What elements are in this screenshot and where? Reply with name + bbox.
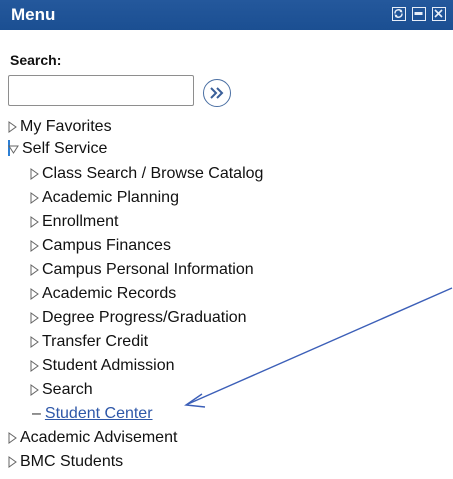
collapsed-triangle-icon <box>30 216 39 228</box>
menu-item-self-service[interactable]: Self Service <box>8 139 107 159</box>
refresh-icon[interactable] <box>392 7 406 21</box>
menu-item-label: Self Service <box>22 140 108 157</box>
collapsed-triangle-icon <box>30 288 39 300</box>
submenu-item-student-admission[interactable]: Student Admission <box>30 356 175 376</box>
submenu-link-student-center[interactable]: – Student Center <box>32 404 153 424</box>
submenu-item-label: Enrollment <box>42 213 119 230</box>
submenu-item-label: Transfer Credit <box>42 333 149 350</box>
collapsed-triangle-icon <box>8 121 17 133</box>
menu-item-my-favorites[interactable]: My Favorites <box>8 117 112 137</box>
collapsed-triangle-icon <box>30 360 39 372</box>
submenu-item-academic-planning[interactable]: Academic Planning <box>30 188 179 208</box>
submenu-item-label: Student Admission <box>42 357 175 374</box>
search-go-button[interactable] <box>203 79 231 107</box>
submenu-item-label: Search <box>42 381 93 398</box>
submenu-item-campus-personal-information[interactable]: Campus Personal Information <box>30 260 254 280</box>
submenu-item-campus-finances[interactable]: Campus Finances <box>30 236 171 256</box>
collapsed-triangle-icon <box>30 240 39 252</box>
search-input[interactable] <box>8 75 194 106</box>
submenu-item-transfer-credit[interactable]: Transfer Credit <box>30 332 148 352</box>
submenu-item-degree-progress[interactable]: Degree Progress/Graduation <box>30 308 247 328</box>
menu-item-label: Academic Advisement <box>20 429 178 446</box>
submenu-item-academic-records[interactable]: Academic Records <box>30 284 176 304</box>
submenu-item-search[interactable]: Search <box>30 380 93 400</box>
submenu-item-label: Class Search / Browse Catalog <box>42 165 264 182</box>
search-label: Search: <box>10 52 62 68</box>
window-title: Menu <box>11 5 56 24</box>
menu-item-label: My Favorites <box>20 118 112 135</box>
close-icon[interactable] <box>432 7 446 21</box>
submenu-item-label: Academic Planning <box>42 189 179 206</box>
student-center-link[interactable]: Student Center <box>45 405 153 422</box>
menu-item-academic-advisement[interactable]: Academic Advisement <box>8 428 177 448</box>
collapsed-triangle-icon <box>30 264 39 276</box>
menu-item-label: BMC Students <box>20 453 124 470</box>
collapsed-triangle-icon <box>30 384 39 396</box>
collapsed-triangle-icon <box>8 432 17 444</box>
submenu-item-label: Academic Records <box>42 285 177 302</box>
submenu-item-label: Campus Personal Information <box>42 261 254 278</box>
window-controls <box>392 7 446 21</box>
collapsed-triangle-icon <box>30 312 39 324</box>
minimize-icon[interactable] <box>412 7 426 21</box>
submenu-item-enrollment[interactable]: Enrollment <box>30 212 118 232</box>
window-title-bar: Menu <box>0 0 453 30</box>
double-chevron-right-icon <box>210 87 224 99</box>
collapsed-triangle-icon <box>30 192 39 204</box>
submenu-item-class-search[interactable]: Class Search / Browse Catalog <box>30 164 263 184</box>
submenu-item-label: Degree Progress/Graduation <box>42 309 247 326</box>
collapsed-triangle-icon <box>8 456 17 468</box>
leaf-dash-icon: – <box>32 405 41 423</box>
expanded-triangle-icon <box>8 145 19 154</box>
submenu-item-label: Campus Finances <box>42 237 171 254</box>
collapsed-triangle-icon <box>30 168 39 180</box>
menu-item-bmc-students[interactable]: BMC Students <box>8 452 123 472</box>
collapsed-triangle-icon <box>30 336 39 348</box>
